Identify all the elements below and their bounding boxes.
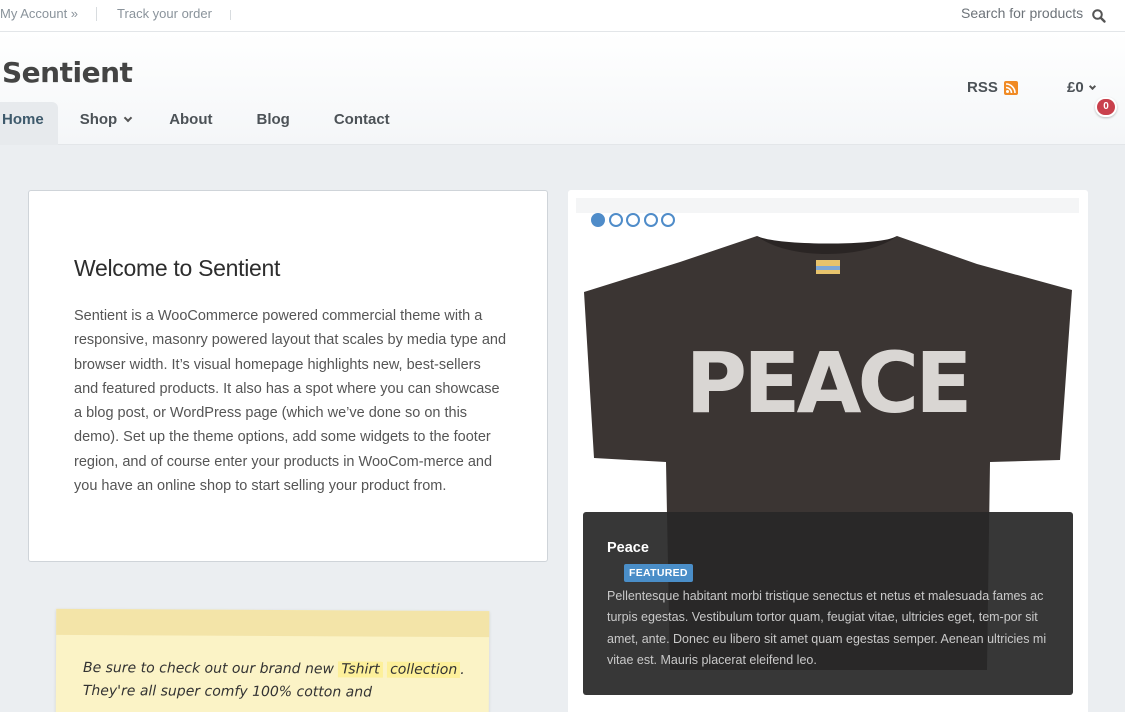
nav-item-blog[interactable]: Blog (235, 102, 312, 145)
my-account-link[interactable]: My Account » (0, 7, 98, 21)
nav-item-about[interactable]: About (147, 102, 234, 145)
slider-dot-5[interactable] (661, 213, 675, 227)
rss-label: RSS (967, 79, 998, 96)
welcome-title: Welcome to Sentient (74, 255, 281, 281)
rss-icon (1003, 80, 1018, 95)
chevron-down-icon (123, 113, 133, 123)
cart-total: £0 (1067, 79, 1084, 96)
slider-dot-4[interactable] (643, 213, 658, 227)
nav-item-contact[interactable]: Contact (312, 102, 412, 145)
search-icon[interactable] (1091, 8, 1107, 24)
product-name[interactable]: Peace (607, 540, 649, 556)
welcome-card: Welcome to Sentient Sentient is a WooCom… (28, 190, 548, 562)
note-collection-link[interactable]: collection (387, 661, 461, 678)
top-bar: My Account » Track your order (0, 0, 1125, 32)
note-tape (56, 608, 490, 638)
track-order-link[interactable]: Track your order (117, 7, 231, 21)
note-text: Be sure to check out our brand new Tshir… (83, 657, 473, 705)
featured-slider: PEACE Peace FEATURED Pellentesque habita… (568, 190, 1088, 712)
nav-item-shop-label: Shop (79, 111, 118, 128)
main-nav: Home Shop About Blog Contact (0, 102, 412, 145)
product-caption: Peace FEATURED Pellentesque habitant mor… (583, 512, 1073, 695)
account-links: My Account » Track your order (0, 7, 231, 21)
site-header: Sentient Home Shop About Blog Contact (0, 32, 1125, 145)
search-input[interactable] (955, 3, 1085, 23)
product-description: Pellentesque habitant morbi tristique se… (607, 589, 1047, 667)
slider-top-bar (576, 198, 1079, 213)
note-tshirt-link[interactable]: Tshirt (338, 661, 383, 678)
tshirt-print: PEACE (686, 334, 969, 432)
site-logo[interactable]: Sentient (2, 56, 133, 89)
promo-note: Be sure to check out our brand new Tshir… (55, 608, 490, 712)
nav-item-shop[interactable]: Shop (58, 102, 148, 145)
slider-dot-3[interactable] (626, 213, 640, 227)
slider-dot-2[interactable] (608, 213, 623, 227)
featured-badge: FEATURED (624, 564, 693, 582)
slider-pagination (591, 213, 679, 227)
nav-item-home[interactable]: Home (0, 102, 58, 145)
note-prefix: Be sure to check out our brand new (82, 660, 335, 678)
rss-link[interactable]: RSS (967, 79, 1018, 96)
slider-dot-1[interactable] (591, 213, 605, 227)
welcome-body: Sentient is a WooCommerce powered commer… (74, 308, 507, 495)
cart-count-badge: 0 (1095, 97, 1117, 117)
cart-button[interactable]: £0 (1067, 79, 1096, 96)
chevron-down-icon (1088, 82, 1096, 91)
search-form (955, 3, 1125, 27)
